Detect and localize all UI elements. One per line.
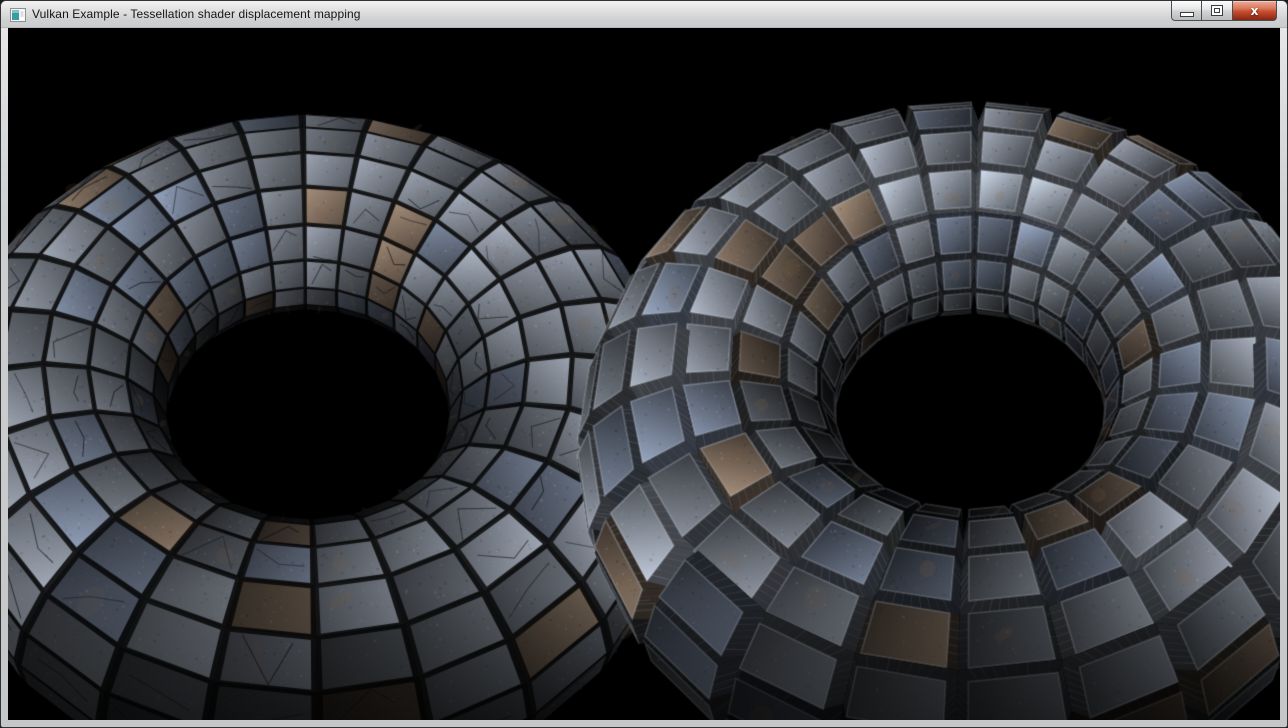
application-window: Vulkan Example - Tessellation shader dis… [0,0,1288,728]
close-button[interactable]: x [1233,1,1277,21]
close-icon: x [1251,2,1259,20]
titlebar[interactable]: Vulkan Example - Tessellation shader dis… [1,1,1287,28]
maximize-button[interactable] [1202,1,1233,21]
window-controls: x [1171,1,1277,21]
vulkan-render-viewport[interactable] [8,28,1280,720]
window-title: Vulkan Example - Tessellation shader dis… [32,1,361,28]
minimize-icon [1180,12,1194,17]
minimize-button[interactable] [1171,1,1202,21]
application-icon [10,7,26,23]
maximize-icon [1211,5,1223,16]
